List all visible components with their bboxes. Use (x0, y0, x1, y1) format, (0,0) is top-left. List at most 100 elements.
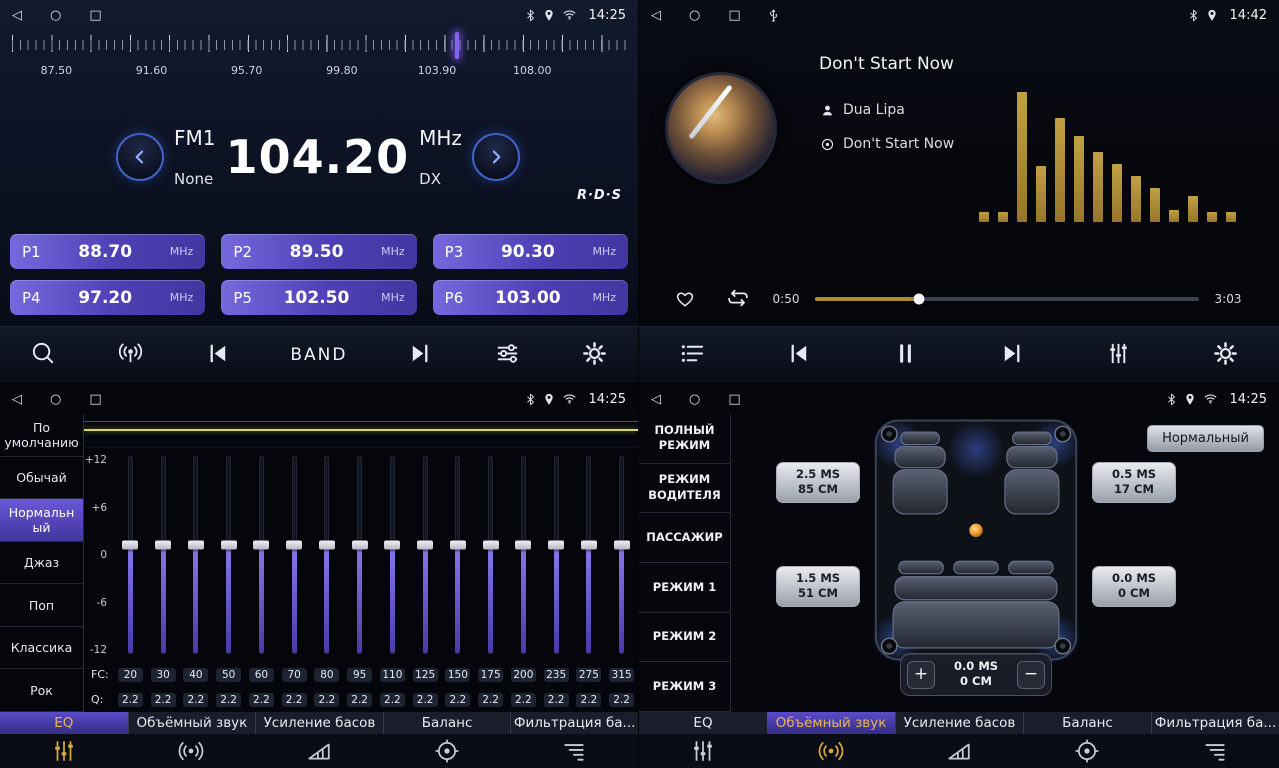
radio-preset-p5[interactable]: P5102.50MHz (221, 280, 416, 315)
tab-balance[interactable]: Баланс (1023, 712, 1151, 768)
delay-decrease-button[interactable]: − (1017, 661, 1045, 689)
seek-bar[interactable] (815, 297, 1199, 301)
tune-down-button[interactable] (116, 133, 164, 181)
seek-bar-knob[interactable] (913, 294, 924, 305)
eq-band-slider[interactable] (507, 448, 540, 662)
delay-increase-button[interactable]: + (907, 661, 935, 689)
tab-eq-sliders[interactable]: EQ (0, 712, 128, 768)
audio-settings-button[interactable] (1105, 340, 1132, 370)
home-icon[interactable]: ○ (689, 392, 700, 407)
tune-up-button[interactable] (472, 133, 520, 181)
surround-mode-item[interactable]: РЕЖИМ ВОДИТЕЛЯ (639, 464, 730, 514)
tab-bass-boost[interactable]: Усиление басов (895, 712, 1023, 768)
tab-balance[interactable]: Баланс (383, 712, 511, 768)
pause-button[interactable] (892, 340, 919, 370)
repeat-button[interactable] (725, 285, 751, 314)
home-icon[interactable]: ○ (689, 8, 700, 23)
tab-eq-sliders[interactable]: EQ (639, 712, 767, 768)
back-icon[interactable]: ◁ (651, 392, 661, 407)
frequency-indicator[interactable] (455, 32, 459, 59)
slider-handle[interactable] (384, 541, 400, 550)
broadcast-button[interactable] (117, 340, 144, 370)
slider-handle[interactable] (188, 541, 204, 550)
slider-handle[interactable] (417, 541, 433, 550)
previous-station-button[interactable] (204, 340, 231, 370)
back-icon[interactable]: ◁ (651, 8, 661, 23)
slider-handle[interactable] (515, 541, 531, 550)
eq-preset-item[interactable]: По умолчанию (0, 414, 83, 457)
radio-preset-p2[interactable]: P289.50MHz (221, 234, 416, 269)
recents-icon[interactable]: □ (728, 392, 740, 407)
eq-band-slider[interactable] (180, 448, 213, 662)
eq-preset-item[interactable]: Нормальный (0, 499, 83, 542)
radio-preset-p4[interactable]: P497.20MHz (10, 280, 205, 315)
eq-band-slider[interactable] (212, 448, 245, 662)
band-button[interactable]: BAND (290, 345, 347, 365)
audio-settings-button[interactable] (494, 340, 521, 370)
surround-mode-item[interactable]: ПОЛНЫЙ РЕЖИМ (639, 414, 730, 464)
slider-handle[interactable] (286, 541, 302, 550)
tab-surround[interactable]: Объёмный звук (767, 712, 895, 768)
eq-preset-item[interactable]: Рок (0, 669, 83, 712)
recents-icon[interactable]: □ (728, 8, 740, 23)
back-icon[interactable]: ◁ (12, 8, 22, 23)
surround-mode-item[interactable]: ПАССАЖИР (639, 513, 730, 563)
eq-band-slider[interactable] (114, 448, 147, 662)
eq-band-slider[interactable] (474, 448, 507, 662)
delay-front-right-button[interactable]: 0.5 MS 17 CM (1092, 462, 1176, 503)
surround-profile-button[interactable]: Нормальный (1147, 425, 1264, 452)
slider-handle[interactable] (581, 541, 597, 550)
recents-icon[interactable]: □ (89, 392, 101, 407)
delay-front-left-button[interactable]: 2.5 MS 85 CM (776, 462, 860, 503)
next-station-button[interactable] (407, 340, 434, 370)
tab-bass-boost[interactable]: Усиление басов (255, 712, 383, 768)
eq-preset-item[interactable]: Обычай (0, 457, 83, 500)
radio-preset-p6[interactable]: P6103.00MHz (433, 280, 628, 315)
eq-band-slider[interactable] (540, 448, 573, 662)
tab-filter[interactable]: Фильтрация ба... (510, 712, 638, 768)
previous-track-button[interactable] (785, 340, 812, 370)
eq-band-slider[interactable] (278, 448, 311, 662)
next-track-button[interactable] (999, 340, 1026, 370)
search-button[interactable] (30, 340, 57, 370)
slider-handle[interactable] (319, 541, 335, 550)
radio-preset-p1[interactable]: P188.70MHz (10, 234, 205, 269)
delay-rear-right-button[interactable]: 0.0 MS 0 CM (1092, 566, 1176, 607)
eq-band-slider[interactable] (409, 448, 442, 662)
surround-mode-item[interactable]: РЕЖИМ 1 (639, 563, 730, 613)
slider-handle[interactable] (352, 541, 368, 550)
slider-handle[interactable] (122, 541, 138, 550)
slider-handle[interactable] (483, 541, 499, 550)
eq-band-slider[interactable] (376, 448, 409, 662)
back-icon[interactable]: ◁ (12, 392, 22, 407)
eq-band-slider[interactable] (147, 448, 180, 662)
eq-band-slider[interactable] (343, 448, 376, 662)
playlist-button[interactable] (679, 340, 706, 370)
surround-mode-item[interactable]: РЕЖИМ 2 (639, 613, 730, 663)
tab-surround[interactable]: Объёмный звук (128, 712, 256, 768)
tab-filter[interactable]: Фильтрация ба... (1151, 712, 1279, 768)
frequency-scale[interactable]: 87.5091.6095.7099.80103.90108.00 (10, 32, 628, 86)
eq-band-slider[interactable] (573, 448, 606, 662)
slider-handle[interactable] (221, 541, 237, 550)
home-icon[interactable]: ○ (50, 392, 61, 407)
eq-band-slider[interactable] (605, 448, 638, 662)
eq-preset-item[interactable]: Джаз (0, 542, 83, 585)
slider-handle[interactable] (614, 541, 630, 550)
delay-rear-left-button[interactable]: 1.5 MS 51 CM (776, 566, 860, 607)
slider-handle[interactable] (450, 541, 466, 550)
eq-band-slider[interactable] (311, 448, 344, 662)
favorite-button[interactable] (673, 286, 697, 313)
eq-preset-item[interactable]: Поп (0, 584, 83, 627)
eq-preset-item[interactable]: Классика (0, 627, 83, 670)
slider-handle[interactable] (155, 541, 171, 550)
eq-band-slider[interactable] (245, 448, 278, 662)
radio-preset-p3[interactable]: P390.30MHz (433, 234, 628, 269)
home-icon[interactable]: ○ (50, 8, 61, 23)
recents-icon[interactable]: □ (89, 8, 101, 23)
eq-band-slider[interactable] (442, 448, 475, 662)
surround-mode-item[interactable]: РЕЖИМ 3 (639, 662, 730, 712)
slider-handle[interactable] (253, 541, 269, 550)
settings-button[interactable] (1212, 340, 1239, 370)
settings-button[interactable] (581, 340, 608, 370)
